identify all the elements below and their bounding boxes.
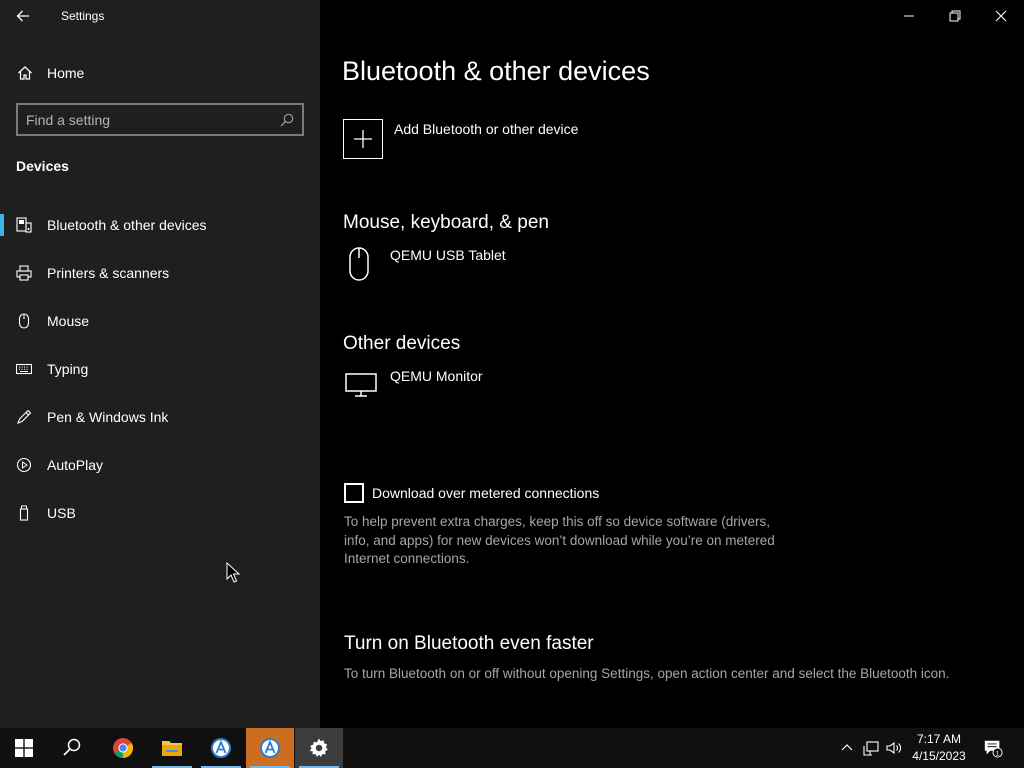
notification-count: 1 (996, 750, 1000, 757)
metered-label: Download over metered connections (372, 485, 600, 501)
taskbar-chrome[interactable] (99, 728, 147, 768)
sidebar: Settings Home Devices Bluetooth & other … (0, 0, 320, 728)
autoplay-icon (16, 457, 32, 473)
window-controls (886, 0, 1024, 32)
action-center-button[interactable]: 1 (980, 728, 1006, 768)
monitor-icon (345, 373, 377, 397)
add-device-label: Add Bluetooth or other device (394, 121, 579, 137)
metered-help-text: To help prevent extra charges, keep this… (344, 514, 775, 566)
section-title: Devices (16, 158, 69, 174)
group-title-mouse-keyboard-pen: Mouse, keyboard, & pen (343, 212, 549, 233)
group-title-other-devices: Other devices (343, 333, 461, 354)
app-title: Settings (61, 9, 105, 23)
sidebar-item-label: AutoPlay (47, 457, 104, 473)
bluetooth-devices-icon (16, 217, 32, 233)
device-name: QEMU USB Tablet (390, 247, 506, 263)
clock-date: 4/15/2023 (912, 749, 966, 763)
device-name: QEMU Monitor (390, 368, 483, 384)
sidebar-item-printers[interactable]: Printers & scanners (0, 249, 320, 297)
sidebar-item-label: Printers & scanners (47, 265, 170, 281)
taskbar: 7:17 AM 4/15/2023 1 (0, 728, 1024, 768)
taskbar-search-button[interactable] (48, 728, 96, 768)
back-arrow-icon (16, 10, 29, 22)
sidebar-item-typing[interactable]: Typing (0, 345, 320, 393)
restore-icon (949, 10, 961, 22)
plus-icon (354, 130, 372, 148)
add-device-button[interactable]: Add Bluetooth or other device (343, 119, 578, 159)
mouse-icon (18, 313, 30, 329)
metered-toggle[interactable]: Download over metered connections (344, 483, 599, 503)
search-icon[interactable] (280, 113, 294, 127)
sidebar-item-pen[interactable]: Pen & Windows Ink (0, 393, 320, 441)
sidebar-item-label: Typing (47, 361, 89, 377)
app-a-icon (211, 738, 231, 758)
sidebar-item-bluetooth[interactable]: Bluetooth & other devices (0, 201, 320, 249)
metered-checkbox[interactable] (344, 483, 364, 503)
taskbar-app-a[interactable] (197, 728, 245, 768)
printer-icon (16, 265, 32, 281)
home-icon (18, 66, 32, 80)
device-item[interactable]: QEMU Monitor (344, 368, 483, 402)
gear-icon (309, 738, 328, 757)
taskbar-settings[interactable] (295, 728, 343, 768)
sidebar-item-label: Pen & Windows Ink (47, 409, 169, 425)
title-bar: Settings (0, 0, 320, 32)
sidebar-nav: Bluetooth & other devices Printers & sca… (0, 201, 320, 537)
bluetooth-faster-help: To turn Bluetooth on or off without open… (344, 666, 950, 681)
mouse-cursor (226, 562, 240, 583)
search-icon (63, 738, 81, 756)
taskbar-app-a-active[interactable] (246, 728, 294, 768)
windows-logo-icon (15, 739, 33, 757)
show-hidden-icons-button[interactable] (836, 728, 858, 768)
sidebar-item-label: USB (47, 505, 76, 521)
home-link[interactable]: Home (0, 56, 320, 90)
back-button[interactable] (0, 0, 46, 32)
search-box[interactable] (16, 103, 304, 136)
mouse-icon (349, 247, 369, 281)
network-button[interactable] (860, 728, 882, 768)
clock-time: 7:17 AM (916, 732, 962, 746)
start-button[interactable] (0, 728, 48, 768)
sidebar-item-label: Mouse (47, 313, 90, 329)
notification-icon: 1 (984, 740, 1003, 758)
usb-icon (19, 505, 29, 521)
sidebar-item-autoplay[interactable]: AutoPlay (0, 441, 320, 489)
clock[interactable]: 7:17 AM 4/15/2023 (900, 731, 978, 765)
add-box (343, 119, 383, 159)
chevron-up-icon (841, 744, 853, 751)
sidebar-item-usb[interactable]: USB (0, 489, 320, 537)
main-content: Bluetooth & other devices Add Bluetooth … (320, 0, 1024, 728)
app-a-icon (260, 738, 280, 758)
minimize-button[interactable] (886, 0, 932, 32)
keyboard-icon (16, 363, 32, 375)
folder-icon (162, 741, 182, 756)
chrome-icon (113, 738, 134, 759)
close-icon (995, 10, 1007, 22)
close-button[interactable] (978, 0, 1024, 32)
pen-icon (17, 409, 32, 424)
bluetooth-faster-title: Turn on Bluetooth even faster (344, 633, 594, 654)
sidebar-item-mouse[interactable]: Mouse (0, 297, 320, 345)
network-icon (863, 741, 879, 756)
sidebar-item-label: Bluetooth & other devices (47, 217, 207, 233)
page-title: Bluetooth & other devices (342, 56, 650, 86)
minimize-icon (904, 15, 914, 17)
restore-button[interactable] (932, 0, 978, 32)
search-input[interactable] (26, 110, 276, 130)
device-item[interactable]: QEMU USB Tablet (344, 247, 506, 281)
home-label: Home (47, 65, 85, 81)
taskbar-file-explorer[interactable] (148, 728, 196, 768)
